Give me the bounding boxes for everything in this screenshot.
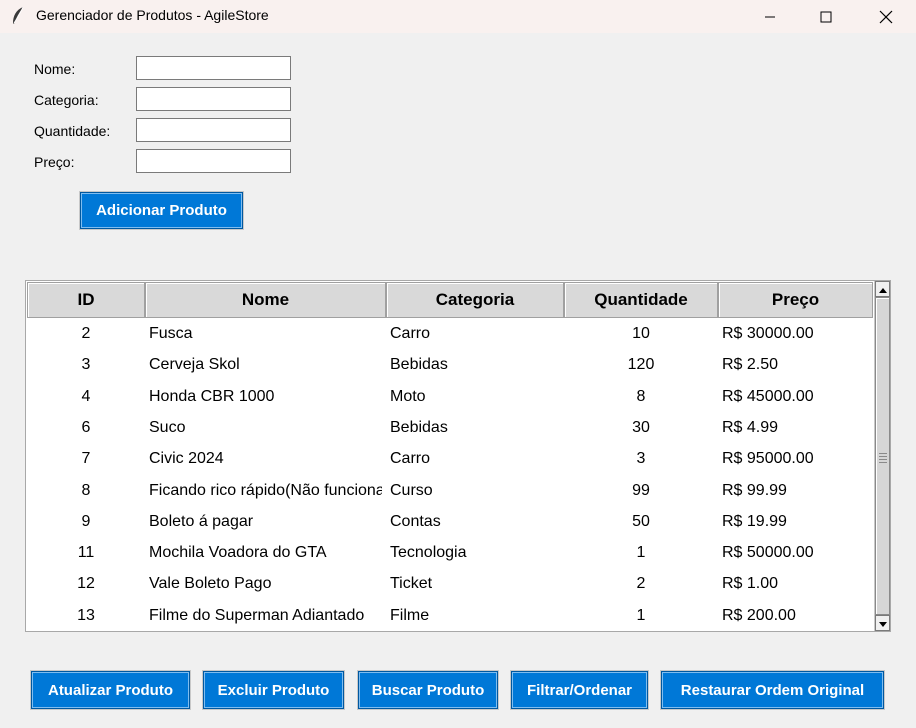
restore-order-button[interactable]: Restaurar Ordem Original bbox=[661, 671, 884, 709]
minimize-button[interactable] bbox=[740, 0, 800, 33]
vertical-scrollbar[interactable] bbox=[874, 281, 890, 631]
table-row[interactable]: 2 Fusca Carro 10 R$ 30000.00 bbox=[27, 318, 873, 349]
search-product-button[interactable]: Buscar Produto bbox=[358, 671, 498, 709]
cell-categoria: Carro bbox=[390, 325, 431, 342]
cell-quantidade: 1 bbox=[636, 606, 646, 624]
nome-input[interactable] bbox=[136, 56, 291, 80]
cell-preco: R$ 4.99 bbox=[722, 418, 779, 436]
column-header-id[interactable]: ID bbox=[27, 282, 145, 318]
scrollbar-thumb[interactable] bbox=[875, 297, 890, 615]
cell-nome: Cerveja Skol bbox=[149, 356, 240, 374]
column-header-categoria[interactable]: Categoria bbox=[386, 282, 564, 318]
cell-quantidade: 30 bbox=[632, 418, 650, 436]
cell-nome: Mochila Voadora do GTA bbox=[149, 544, 327, 562]
quantidade-label: Quantidade: bbox=[34, 123, 111, 139]
cell-id: 6 bbox=[81, 418, 91, 436]
scroll-up-button[interactable] bbox=[875, 281, 890, 297]
table-header: ID Nome Categoria Quantidade Preço bbox=[27, 282, 873, 318]
cell-categoria: Bebidas bbox=[390, 356, 448, 374]
cell-categoria: Curso bbox=[390, 481, 433, 499]
cell-categoria: Ticket bbox=[390, 575, 433, 593]
categoria-input[interactable] bbox=[136, 87, 291, 111]
nome-label: Nome: bbox=[34, 61, 76, 77]
cell-quantidade: 1 bbox=[636, 544, 646, 562]
add-product-button[interactable]: Adicionar Produto bbox=[80, 192, 243, 229]
cell-preco: R$ 30000.00 bbox=[722, 325, 814, 342]
table-row[interactable]: 8 Ficando rico rápido(Não funciona Curso 99… bbox=[27, 475, 873, 506]
cell-preco: R$ 2.50 bbox=[722, 356, 779, 374]
table-row[interactable]: 11 Mochila Voadora do GTA Tecnologia 1 R$ 50… bbox=[27, 537, 873, 568]
delete-product-button[interactable]: Excluir Produto bbox=[203, 671, 344, 709]
table-row[interactable]: 9 Boleto á pagar Contas 50 R$ 19.99 bbox=[27, 506, 873, 537]
table-row[interactable]: 4 Honda CBR 1000 Moto 8 R$ 45000.00 bbox=[27, 381, 873, 412]
cell-categoria: Tecnologia bbox=[390, 544, 467, 562]
update-product-button[interactable]: Atualizar Produto bbox=[31, 671, 190, 709]
cell-categoria: Filme bbox=[390, 606, 430, 624]
cell-quantidade: 8 bbox=[636, 387, 646, 405]
table-body: 2 Fusca Carro 10 R$ 30000.00 3 Cerveja Skol Beb… bbox=[27, 318, 873, 631]
table-row[interactable]: 13 Filme do Superman Adiantado Filme 1 R$ 20… bbox=[27, 600, 873, 631]
cell-preco: R$ 99.99 bbox=[722, 481, 787, 499]
cell-id: 4 bbox=[81, 387, 91, 405]
arrow-up-icon bbox=[878, 280, 887, 298]
cell-nome: Boleto á pagar bbox=[149, 512, 254, 530]
cell-nome: Filme do Superman Adiantado bbox=[149, 606, 365, 624]
cell-id: 11 bbox=[77, 544, 95, 562]
cell-quantidade: 120 bbox=[627, 356, 655, 374]
preco-input[interactable] bbox=[136, 149, 291, 173]
cell-nome: Ficando rico rápido(Não funciona bbox=[149, 481, 382, 499]
categoria-label: Categoria: bbox=[34, 92, 99, 108]
cell-preco: R$ 50000.00 bbox=[722, 544, 814, 562]
cell-id: 2 bbox=[81, 325, 91, 342]
cell-quantidade: 50 bbox=[632, 512, 650, 530]
maximize-button[interactable] bbox=[796, 0, 856, 33]
table-row[interactable]: 7 Civic 2024 Carro 3 R$ 95000.00 bbox=[27, 443, 873, 474]
close-button[interactable] bbox=[856, 0, 916, 33]
feather-icon bbox=[10, 6, 26, 26]
cell-preco: R$ 95000.00 bbox=[722, 450, 814, 468]
close-icon bbox=[879, 10, 893, 24]
minimize-icon bbox=[764, 11, 776, 23]
cell-id: 13 bbox=[77, 606, 95, 624]
table-row[interactable]: 12 Vale Boleto Pago Ticket 2 R$ 1.00 bbox=[27, 568, 873, 599]
cell-id: 9 bbox=[81, 512, 91, 530]
column-header-preco[interactable]: Preço bbox=[718, 282, 873, 318]
cell-nome: Vale Boleto Pago bbox=[149, 575, 272, 593]
quantidade-input[interactable] bbox=[136, 118, 291, 142]
cell-preco: R$ 200.00 bbox=[722, 606, 796, 624]
cell-id: 8 bbox=[81, 481, 91, 499]
cell-quantidade: 3 bbox=[636, 450, 646, 468]
filter-sort-button[interactable]: Filtrar/Ordenar bbox=[511, 671, 648, 709]
cell-nome: Honda CBR 1000 bbox=[149, 387, 275, 405]
table-row[interactable]: 6 Suco Bebidas 30 R$ 4.99 bbox=[27, 412, 873, 443]
cell-preco: R$ 1.00 bbox=[722, 575, 779, 593]
cell-quantidade: 10 bbox=[632, 325, 650, 342]
cell-nome: Fusca bbox=[149, 325, 193, 342]
maximize-icon bbox=[820, 11, 832, 23]
cell-preco: R$ 19.99 bbox=[722, 512, 787, 530]
cell-categoria: Bebidas bbox=[390, 418, 448, 436]
cell-id: 12 bbox=[77, 575, 95, 593]
cell-nome: Civic 2024 bbox=[149, 450, 224, 468]
cell-nome: Suco bbox=[149, 418, 186, 436]
window-title: Gerenciador de Produtos - AgileStore bbox=[36, 7, 269, 23]
preco-label: Preço: bbox=[34, 154, 75, 170]
cell-quantidade: 99 bbox=[632, 481, 650, 499]
arrow-down-icon bbox=[878, 614, 887, 632]
cell-preco: R$ 45000.00 bbox=[722, 387, 814, 405]
cell-id: 3 bbox=[81, 356, 91, 374]
column-header-quantidade[interactable]: Quantidade bbox=[564, 282, 718, 318]
cell-categoria: Contas bbox=[390, 512, 441, 530]
table-row[interactable]: 3 Cerveja Skol Bebidas 120 R$ 2.50 bbox=[27, 349, 873, 380]
cell-id: 7 bbox=[81, 450, 91, 468]
cell-categoria: Moto bbox=[390, 387, 426, 405]
cell-categoria: Carro bbox=[390, 450, 431, 468]
cell-quantidade: 2 bbox=[636, 575, 646, 593]
products-table: ID Nome Categoria Quantidade Preço 2 Fusc… bbox=[25, 280, 891, 632]
scroll-down-button[interactable] bbox=[875, 615, 890, 631]
title-bar[interactable]: Gerenciador de Produtos - AgileStore bbox=[0, 0, 916, 33]
column-header-nome[interactable]: Nome bbox=[145, 282, 386, 318]
